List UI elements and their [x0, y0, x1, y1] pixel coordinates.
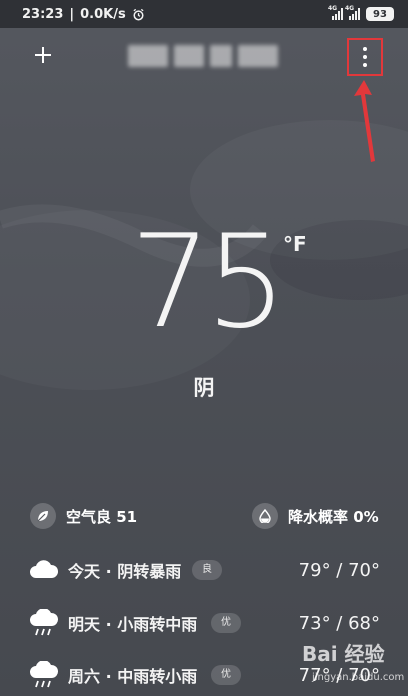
rain-icon: [30, 661, 58, 688]
network-tag: 4G: [345, 5, 355, 12]
city-title-blurred: [128, 42, 284, 70]
battery-level: 93: [373, 8, 387, 20]
battery-icon: 93: [366, 7, 394, 21]
forecast-label: 周六 · 中雨转小雨: [68, 667, 198, 686]
more-vertical-icon-dot: [363, 63, 367, 67]
redacted-text: [128, 45, 168, 67]
status-right: 4G 4G 93: [328, 5, 394, 21]
redacted-text: [210, 45, 232, 67]
status-time: 23:23: [22, 6, 64, 22]
aqi-badge: 优: [211, 613, 241, 633]
status-left: 23:23 | 0.0K/s: [22, 7, 145, 22]
status-divider: |: [69, 6, 75, 22]
redacted-text: [238, 45, 278, 67]
forecast-row-today[interactable]: 今天 · 阴转暴雨 良 79° / 70°: [0, 547, 408, 593]
rain-icon: [30, 609, 58, 636]
aqi-badge: 优: [211, 665, 241, 685]
water-drop-icon: [252, 503, 278, 529]
annotation-arrow: [354, 80, 375, 162]
signal-icon: 4G: [345, 5, 360, 20]
status-net-speed: 0.0K/s: [80, 6, 126, 22]
add-city-button[interactable]: [28, 40, 58, 70]
redacted-text: [174, 45, 204, 67]
status-bar: 23:23 | 0.0K/s 4G 4G 93: [0, 0, 408, 28]
network-tag: 4G: [328, 5, 338, 12]
air-quality-stat[interactable]: 空气良 51: [30, 503, 137, 529]
cloud-icon: [30, 560, 59, 578]
forecast-range: 73° / 68°: [298, 612, 380, 634]
aqi-badge: 良: [192, 560, 222, 580]
current-condition: 阴: [193, 376, 215, 400]
precipitation-stat[interactable]: 降水概率 0%: [252, 503, 379, 529]
signal-icon: 4G: [328, 5, 343, 20]
watermark-logo-text: Bai 经验: [302, 642, 385, 666]
leaf-icon: [30, 503, 56, 529]
precipitation-text: 降水概率 0%: [288, 507, 379, 526]
alarm-icon: [133, 8, 144, 20]
air-quality-text: 空气良 51: [66, 507, 138, 526]
baidu-jingyan-watermark: Bai 经验 jingyan.baidu.com: [296, 638, 408, 696]
watermark-url: jingyan.baidu.com: [312, 672, 405, 683]
forecast-label: 今天 · 阴转暴雨: [68, 562, 182, 581]
plus-icon: [35, 47, 51, 63]
more-options-button[interactable]: [347, 38, 383, 76]
more-vertical-icon-dot: [363, 55, 367, 59]
forecast-label: 明天 · 小雨转中雨: [68, 615, 198, 634]
current-temperature: 75: [130, 208, 287, 357]
more-vertical-icon: [363, 47, 367, 51]
forecast-range: 79° / 70°: [298, 559, 380, 581]
temperature-unit: °F: [283, 232, 307, 256]
